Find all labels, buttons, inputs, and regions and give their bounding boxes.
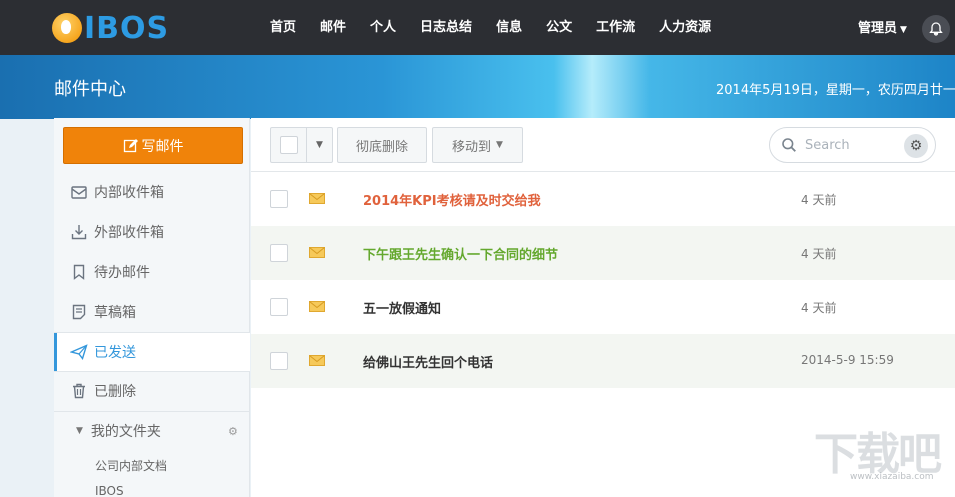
folder-item-company-docs[interactable]: 公司内部文档 bbox=[95, 457, 167, 474]
sidebar-item-sent[interactable]: 已发送 bbox=[54, 333, 250, 371]
permanent-delete-button[interactable]: 彻底删除 bbox=[337, 127, 427, 163]
mail-sidebar: 写邮件 内部收件箱 外部收件箱 待办邮件 草稿箱 已发送 已删除 ▼ 我的文件夹… bbox=[54, 118, 250, 497]
mail-row-checkbox[interactable] bbox=[270, 352, 288, 370]
mail-time: 4 天前 bbox=[801, 193, 837, 207]
select-all-dropdown: ▼ bbox=[270, 127, 333, 163]
top-navigation-bar: IBOS 首页 邮件 个人 日志总结 信息 公文 工作流 人力资源 管理员 ▼ bbox=[0, 0, 955, 55]
search-settings-gear-icon[interactable]: ⚙ bbox=[904, 134, 928, 158]
envelope-icon bbox=[309, 193, 325, 204]
bookmark-icon bbox=[70, 263, 88, 281]
folder-settings-gear-icon[interactable]: ⚙ bbox=[228, 426, 239, 437]
caret-down-icon: ▼ bbox=[76, 426, 83, 436]
folder-item-ibos[interactable]: IBOS bbox=[95, 484, 124, 497]
mail-time: 2014-5-9 15:59 bbox=[801, 353, 894, 367]
chevron-down-icon: ▼ bbox=[496, 140, 503, 150]
mail-row-checkbox[interactable] bbox=[270, 190, 288, 208]
sidebar-item-label: 内部收件箱 bbox=[94, 185, 164, 201]
inbox-icon bbox=[70, 183, 88, 201]
logo-text: IBOS bbox=[84, 10, 170, 46]
select-all-checkbox-wrap[interactable] bbox=[271, 128, 307, 162]
sidebar-item-todo[interactable]: 待办邮件 bbox=[54, 253, 250, 291]
sidebar-item-label: 草稿箱 bbox=[94, 305, 136, 321]
mail-row[interactable]: 2014年KPI考核请及时交给我 4 天前 bbox=[251, 172, 955, 226]
watermark-url: www.xiazaiba.com bbox=[850, 472, 934, 482]
bell-icon bbox=[929, 22, 943, 36]
nav-item-workflow[interactable]: 工作流 bbox=[584, 0, 647, 55]
permanent-delete-label: 彻底删除 bbox=[355, 139, 408, 155]
compose-label: 写邮件 bbox=[141, 138, 184, 155]
envelope-icon bbox=[309, 301, 325, 312]
logo-mark-icon bbox=[52, 13, 82, 43]
user-name: 管理员 bbox=[858, 21, 898, 36]
mail-row[interactable]: 下午跟王先生确认一下合同的细节 4 天前 bbox=[251, 226, 955, 280]
mail-subject[interactable]: 下午跟王先生确认一下合同的细节 bbox=[363, 244, 558, 263]
search-box: ⚙ bbox=[769, 127, 936, 163]
search-input[interactable] bbox=[805, 136, 895, 154]
envelope-icon bbox=[309, 355, 325, 366]
sidebar-item-label: 待办邮件 bbox=[94, 265, 150, 281]
sidebar-item-label: 已发送 bbox=[94, 345, 136, 361]
nav-item-home[interactable]: 首页 bbox=[258, 0, 308, 55]
select-options-chevron-down-icon[interactable]: ▼ bbox=[307, 128, 332, 162]
compose-icon bbox=[123, 138, 138, 152]
user-menu[interactable]: 管理员 ▼ bbox=[858, 0, 907, 59]
mail-subject[interactable]: 给佛山王先生回个电话 bbox=[363, 352, 493, 371]
select-all-checkbox[interactable] bbox=[279, 136, 298, 154]
page-title: 邮件中心 bbox=[54, 79, 126, 100]
mail-row[interactable]: 给佛山王先生回个电话 2014-5-9 15:59 bbox=[251, 334, 955, 388]
sidebar-item-internal-inbox[interactable]: 内部收件箱 bbox=[54, 173, 250, 211]
nav-item-diary[interactable]: 日志总结 bbox=[408, 0, 484, 55]
download-icon bbox=[70, 223, 88, 241]
move-to-button[interactable]: 移动到 ▼ bbox=[432, 127, 523, 163]
mail-toolbar: ▼ 彻底删除 移动到 ▼ ⚙ bbox=[251, 118, 955, 172]
envelope-icon bbox=[309, 247, 325, 258]
nav-item-message[interactable]: 信息 bbox=[484, 0, 534, 55]
nav-item-document[interactable]: 公文 bbox=[534, 0, 584, 55]
my-folders-title: 我的文件夹 bbox=[90, 424, 161, 440]
compose-button[interactable]: 写邮件 bbox=[63, 127, 243, 164]
date-display: 2014年5月19日，星期一，农历四月廿一 bbox=[716, 83, 955, 98]
nav-item-hr[interactable]: 人力资源 bbox=[647, 0, 723, 55]
mail-subject[interactable]: 2014年KPI考核请及时交给我 bbox=[363, 190, 541, 209]
send-icon bbox=[70, 343, 88, 361]
search-icon bbox=[782, 138, 796, 152]
main-nav: 首页 邮件 个人 日志总结 信息 公文 工作流 人力资源 bbox=[258, 0, 723, 55]
mail-row-checkbox[interactable] bbox=[270, 244, 288, 262]
notification-button[interactable] bbox=[922, 15, 950, 43]
nav-item-personal[interactable]: 个人 bbox=[358, 0, 408, 55]
chevron-down-icon: ▼ bbox=[900, 25, 907, 35]
nav-item-mail[interactable]: 邮件 bbox=[308, 0, 358, 55]
site-watermark: 下载吧 www.xiazaiba.com bbox=[814, 432, 942, 483]
sidebar-item-drafts[interactable]: 草稿箱 bbox=[54, 293, 250, 331]
mail-row-checkbox[interactable] bbox=[270, 298, 288, 316]
mail-time: 4 天前 bbox=[801, 247, 837, 261]
sidebar-divider bbox=[54, 411, 250, 412]
my-folders-toggle[interactable]: ▼ 我的文件夹 bbox=[54, 414, 250, 448]
mail-row[interactable]: 五一放假通知 4 天前 bbox=[251, 280, 955, 334]
ibos-logo[interactable]: IBOS bbox=[52, 9, 169, 47]
sidebar-item-label: 已删除 bbox=[94, 384, 136, 400]
sidebar-item-external-inbox[interactable]: 外部收件箱 bbox=[54, 213, 250, 251]
trash-icon bbox=[70, 382, 88, 400]
sidebar-item-label: 外部收件箱 bbox=[94, 225, 164, 241]
page-banner: 邮件中心 2014年5月19日，星期一，农历四月廿一 bbox=[0, 55, 955, 119]
move-to-label: 移动到 bbox=[452, 139, 492, 155]
mail-time: 4 天前 bbox=[801, 301, 837, 315]
sidebar-item-deleted[interactable]: 已删除 bbox=[54, 372, 250, 410]
draft-icon bbox=[70, 303, 88, 321]
mail-subject[interactable]: 五一放假通知 bbox=[363, 298, 441, 317]
